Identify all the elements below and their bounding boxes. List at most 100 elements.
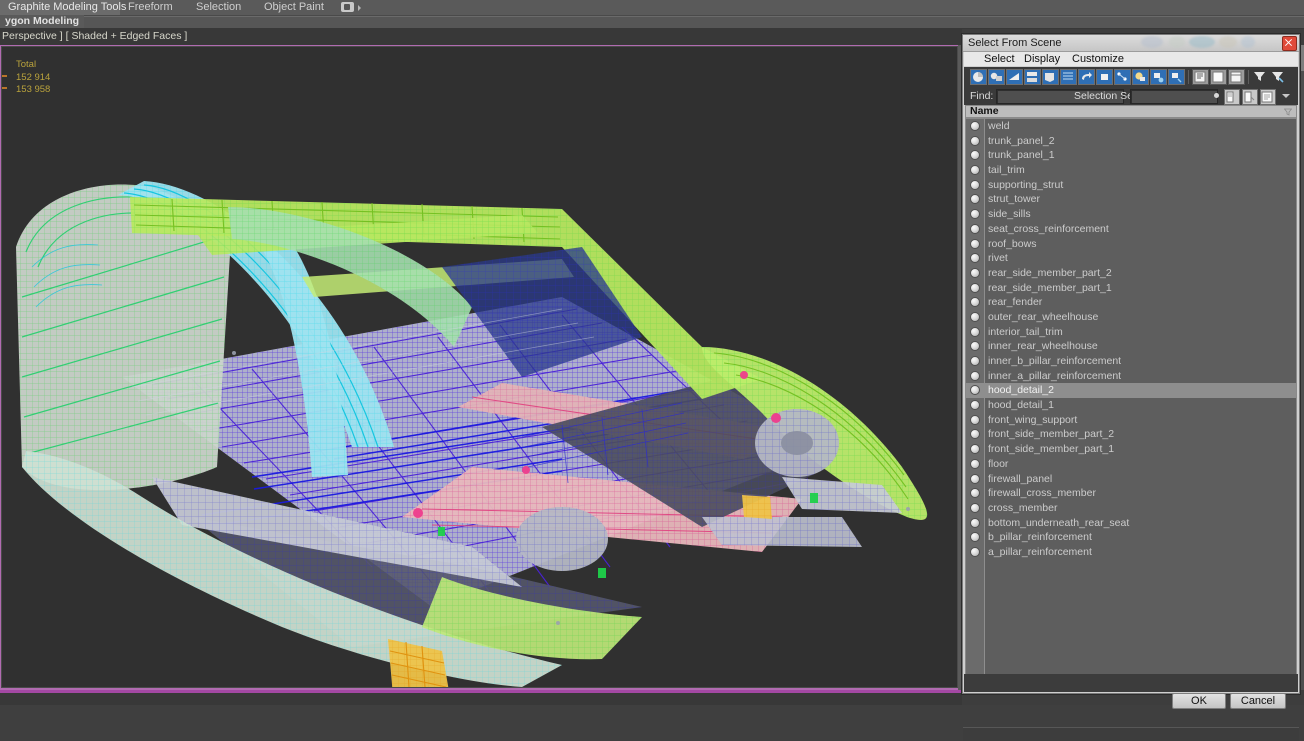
display-xrefs-icon[interactable] <box>1096 69 1113 85</box>
edit-selection-set-icon[interactable] <box>1260 89 1276 105</box>
funnel-icon[interactable] <box>1284 108 1292 116</box>
list-item[interactable]: a_pillar_reinforcement <box>966 545 1296 560</box>
list-column-header[interactable]: Name <box>965 105 1297 118</box>
dialog-footer <box>964 674 1298 692</box>
chevron-right-icon[interactable] <box>358 5 361 11</box>
list-item[interactable]: cross_member <box>966 501 1296 516</box>
object-sphere-icon <box>970 488 980 499</box>
list-item-label: interior_tail_trim <box>988 325 1063 338</box>
list-item-label: front_wing_support <box>988 413 1078 426</box>
list-item[interactable]: hood_detail_2 <box>966 383 1296 399</box>
object-sphere-icon <box>970 165 980 176</box>
display-space-warps-icon[interactable] <box>1060 69 1077 85</box>
menu-item-select[interactable]: Select <box>978 52 1021 66</box>
list-item[interactable]: supporting_strut <box>966 178 1296 193</box>
dialog-find-row: Find: Selection Set: <box>964 87 1298 105</box>
subtab-polygon-modeling[interactable]: ygon Modeling <box>0 15 85 28</box>
list-types-icon[interactable] <box>1192 69 1209 85</box>
ribbon-tab-graphite-modeling-tools[interactable]: Graphite Modeling Tools <box>0 0 126 15</box>
list-item[interactable]: inner_rear_wheelhouse <box>966 339 1296 354</box>
select-from-scene-dialog: Select From Scene Select Display Customi… <box>962 34 1300 741</box>
list-item[interactable]: floor <box>966 457 1296 472</box>
camera-icon[interactable] <box>341 2 354 12</box>
list-item[interactable]: trunk_panel_1 <box>966 148 1296 163</box>
ribbon-tab-object-paint[interactable]: Object Paint <box>256 0 332 15</box>
app-root: Graphite Modeling Tools Freeform Selecti… <box>0 0 1304 741</box>
object-sphere-icon <box>970 370 980 381</box>
remove-selection-set-icon[interactable] <box>1242 89 1258 105</box>
display-children-icon[interactable] <box>1150 69 1167 85</box>
list-item[interactable]: inner_b_pillar_reinforcement <box>966 354 1296 369</box>
list-item[interactable]: firewall_panel <box>966 472 1296 487</box>
display-influences-icon[interactable] <box>1168 69 1185 85</box>
display-geometry-icon[interactable] <box>988 69 1005 85</box>
ribbon-tab-label: Selection <box>196 1 242 13</box>
object-sphere-icon <box>970 414 980 425</box>
expand-all-icon[interactable] <box>1210 69 1227 85</box>
display-bones-icon[interactable] <box>1114 69 1131 85</box>
list-item[interactable]: hood_detail_1 <box>966 398 1296 413</box>
list-item[interactable]: bottom_underneath_rear_seat <box>966 516 1296 531</box>
display-helpers-icon[interactable] <box>1042 69 1059 85</box>
cancel-button[interactable]: Cancel <box>1230 693 1286 709</box>
list-item[interactable]: rear_side_member_part_1 <box>966 281 1296 296</box>
object-sphere-icon <box>970 326 980 337</box>
chevron-down-icon[interactable] <box>1282 94 1290 98</box>
list-item[interactable]: front_wing_support <box>966 413 1296 428</box>
list-item[interactable]: trunk_panel_2 <box>966 134 1296 149</box>
list-item-label: bottom_underneath_rear_seat <box>988 516 1130 529</box>
list-item[interactable]: firewall_cross_member <box>966 486 1296 501</box>
list-item-label: strut_tower <box>988 193 1040 206</box>
display-all-icon[interactable] <box>970 69 987 85</box>
viewport-label[interactable]: Perspective ] [ Shaded + Edged Faces ] <box>0 29 187 43</box>
display-cameras-icon[interactable] <box>1024 69 1041 85</box>
list-item[interactable]: outer_rear_wheelhouse <box>966 310 1296 325</box>
viewport-3d[interactable]: Total 152 914 153 958 <box>2 47 957 687</box>
list-item-label: roof_bows <box>988 237 1037 250</box>
list-item-label: outer_rear_wheelhouse <box>988 310 1099 323</box>
dialog-title-bar[interactable]: Select From Scene <box>963 35 1299 52</box>
viewport-frame: Total 152 914 153 958 <box>1 46 958 688</box>
list-item-label: inner_rear_wheelhouse <box>988 340 1098 353</box>
display-groups-icon[interactable] <box>1078 69 1095 85</box>
object-sphere-icon <box>970 356 980 366</box>
selection-set-input[interactable] <box>1130 89 1218 104</box>
ribbon-tab-freeform[interactable]: Freeform <box>120 0 181 15</box>
ok-button[interactable]: OK <box>1172 693 1226 709</box>
close-icon[interactable] <box>1282 36 1297 51</box>
list-item[interactable]: rivet <box>966 251 1296 266</box>
object-sphere-icon <box>970 400 980 411</box>
collapse-all-icon[interactable] <box>1228 69 1245 85</box>
list-item[interactable]: inner_a_pillar_reinforcement <box>966 369 1296 384</box>
scene-object-list[interactable]: weld trunk_panel_2 trunk_panel_1 tail_trim s… <box>965 118 1297 691</box>
display-lights-icon[interactable] <box>1006 69 1023 85</box>
list-item[interactable]: roof_bows <box>966 237 1296 252</box>
add-selection-set-icon[interactable] <box>1224 89 1240 105</box>
list-item[interactable]: strut_tower <box>966 192 1296 207</box>
display-shapes-icon[interactable] <box>1132 69 1149 85</box>
ribbon-tab-label: Freeform <box>128 1 173 13</box>
list-item-label: hood_detail_2 <box>988 384 1054 397</box>
clear-filter-icon[interactable] <box>1270 69 1287 85</box>
object-sphere-icon <box>970 473 980 484</box>
object-sphere-icon <box>970 385 980 396</box>
selection-set-dropdown-dot[interactable] <box>1214 93 1219 98</box>
ribbon-tab-selection[interactable]: Selection <box>188 0 249 15</box>
list-item[interactable]: seat_cross_reinforcement <box>966 222 1296 237</box>
filter-icon[interactable] <box>1252 69 1269 85</box>
ribbon-tab-label: Object Paint <box>264 1 324 13</box>
menu-item-display[interactable]: Display <box>1018 52 1066 66</box>
list-item[interactable]: front_side_member_part_1 <box>966 442 1296 457</box>
list-item[interactable]: side_sills <box>966 207 1296 222</box>
stats-line-2: 153 958 <box>16 84 51 95</box>
list-item-label: rear_side_member_part_1 <box>988 281 1112 294</box>
list-item[interactable]: rear_fender <box>966 295 1296 310</box>
object-sphere-icon <box>970 311 980 322</box>
list-item[interactable]: tail_trim <box>966 163 1296 178</box>
list-item[interactable]: weld <box>966 119 1296 134</box>
menu-item-customize[interactable]: Customize <box>1066 52 1130 66</box>
list-item[interactable]: front_side_member_part_2 <box>966 427 1296 442</box>
list-item[interactable]: b_pillar_reinforcement <box>966 530 1296 545</box>
list-item[interactable]: rear_side_member_part_2 <box>966 266 1296 281</box>
list-item[interactable]: interior_tail_trim <box>966 325 1296 340</box>
